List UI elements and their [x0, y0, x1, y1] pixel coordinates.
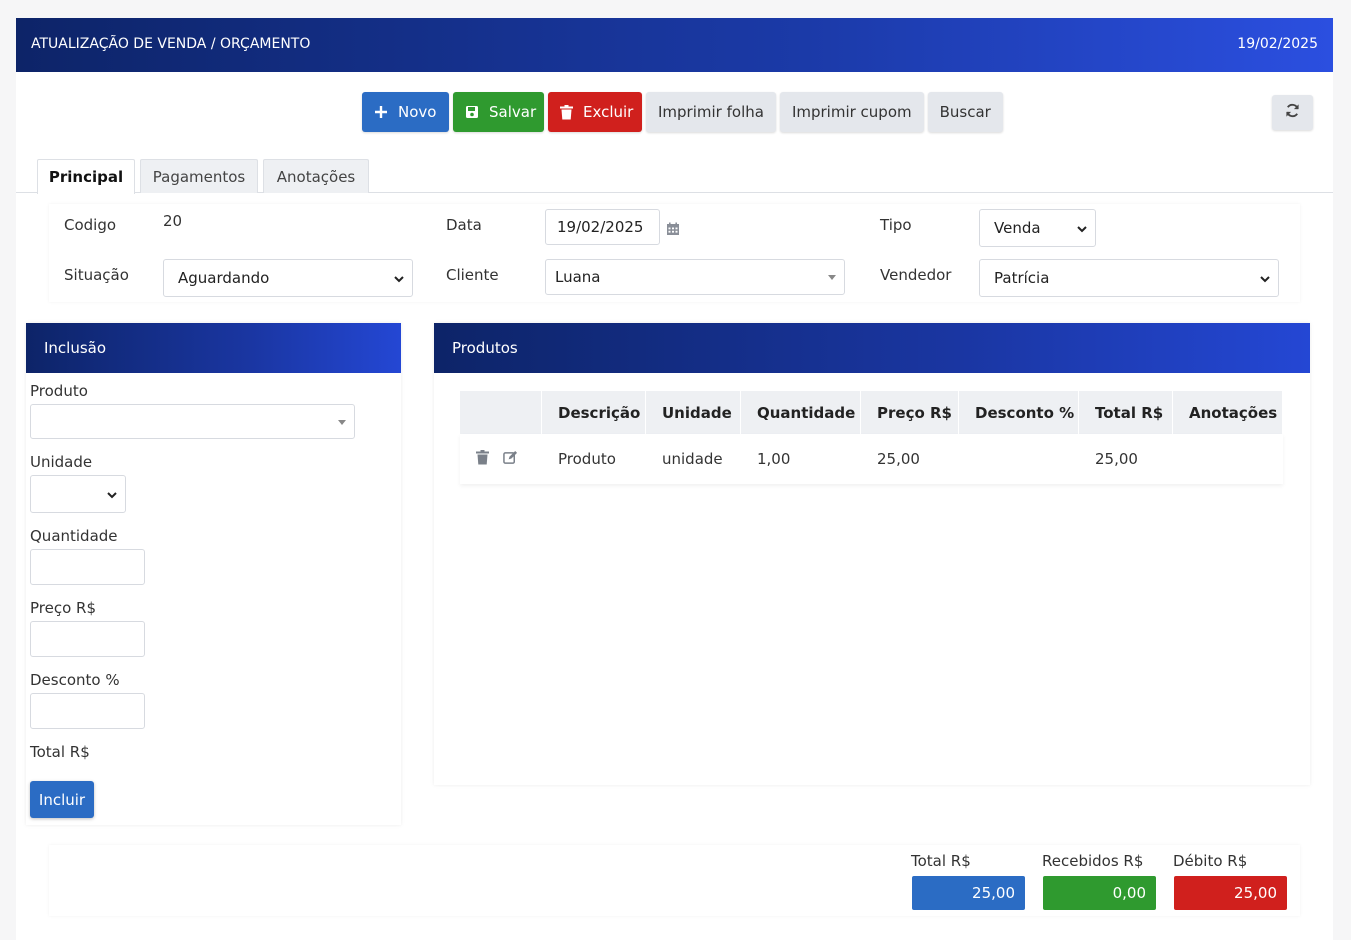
total-label: Total R$ — [30, 743, 90, 761]
caret-down-icon — [338, 419, 346, 425]
refresh-icon — [1285, 103, 1300, 122]
produtos-header: Produtos — [434, 323, 1310, 373]
produto-select[interactable] — [30, 404, 355, 439]
chevron-down-icon — [1260, 269, 1270, 287]
tipo-label: Tipo — [880, 216, 912, 234]
situacao-select-value: Aguardando — [178, 269, 270, 287]
col-anotacoes: Anotações — [1173, 391, 1282, 434]
col-desconto: Desconto % — [959, 391, 1078, 434]
col-descricao: Descrição — [542, 391, 645, 434]
recebidos-label: Recebidos R$ — [1042, 852, 1144, 870]
preco-label: Preço R$ — [30, 599, 97, 617]
incluir-button[interactable]: Incluir — [30, 781, 94, 818]
produto-label: Produto — [30, 382, 88, 400]
trash-icon — [560, 104, 573, 120]
chevron-down-icon — [1077, 219, 1087, 237]
vendedor-select-value: Patrícia — [994, 269, 1050, 287]
table-row: Produto unidade 1,00 25,00 25,00 — [460, 434, 1283, 484]
table-header: Descrição Unidade Quantidade Preço R$ De… — [460, 391, 1283, 434]
unidade-select[interactable] — [30, 475, 126, 513]
cliente-select[interactable]: Luana — [545, 259, 845, 295]
situacao-select[interactable]: Aguardando — [163, 259, 413, 297]
col-actions — [460, 391, 541, 434]
save-button[interactable]: Salvar — [453, 92, 544, 132]
data-label: Data — [446, 216, 482, 234]
calendar-icon[interactable] — [666, 222, 680, 240]
plus-icon — [374, 105, 388, 119]
total-label: Total R$ — [911, 852, 971, 870]
codigo-label: Codigo — [64, 216, 117, 234]
codigo-value: 20 — [163, 212, 183, 230]
chevron-down-icon — [107, 485, 117, 503]
refresh-button[interactable] — [1272, 95, 1313, 130]
debito-label: Débito R$ — [1173, 852, 1248, 870]
total-value: 25,00 — [912, 876, 1025, 910]
produtos-panel: Produtos Descrição Unidade Quantidade Pr… — [434, 323, 1310, 785]
tab-pagamentos[interactable]: Pagamentos — [140, 159, 258, 193]
situacao-label: Situação — [64, 266, 129, 284]
data-field-value: 19/02/2025 — [557, 218, 644, 236]
inclusao-panel: Inclusão Produto Unidade Quantidade Preç… — [26, 323, 401, 825]
header-date: 19/02/2025 — [1237, 36, 1318, 52]
tab-bar: Principal Pagamentos Anotações — [16, 159, 1333, 194]
debito-value: 25,00 — [1174, 876, 1287, 910]
header-bar: ATUALIZAÇÃO DE VENDA / ORÇAMENTO 19/02/2… — [16, 18, 1333, 72]
totals-bar: Total R$ 25,00 Recebidos R$ 0,00 Débito … — [49, 845, 1300, 916]
col-unidade: Unidade — [646, 391, 740, 434]
edit-icon[interactable] — [503, 450, 518, 469]
page-title: ATUALIZAÇÃO DE VENDA / ORÇAMENTO — [31, 36, 311, 52]
cell-desconto — [959, 434, 1078, 484]
cell-quantidade: 1,00 — [757, 450, 791, 468]
main-form: Codigo 20 Data 19/02/2025 Tipo Venda Sit… — [49, 204, 1300, 302]
tipo-select-value: Venda — [994, 219, 1041, 237]
desconto-input[interactable] — [30, 693, 145, 729]
tab-principal[interactable]: Principal — [37, 159, 135, 194]
print-receipt-button[interactable]: Imprimir cupom — [779, 92, 924, 132]
cell-anotacoes — [1173, 434, 1282, 484]
unidade-label: Unidade — [30, 453, 93, 471]
chevron-down-icon — [394, 269, 404, 287]
toolbar: Novo Salvar Excluir Imprimir folha Impri… — [362, 92, 1003, 132]
preco-input[interactable] — [30, 621, 145, 657]
delete-button-label: Excluir — [583, 103, 634, 121]
recebidos-value: 0,00 — [1043, 876, 1156, 910]
row-actions — [460, 434, 541, 484]
delete-button[interactable]: Excluir — [548, 92, 642, 132]
col-quantidade: Quantidade — [741, 391, 860, 434]
caret-down-icon — [828, 275, 836, 280]
vendedor-select[interactable]: Patrícia — [979, 259, 1279, 297]
trash-icon[interactable] — [476, 449, 489, 469]
search-button[interactable]: Buscar — [927, 92, 1003, 132]
vendedor-label: Vendedor — [880, 266, 952, 284]
col-total: Total R$ — [1079, 391, 1172, 434]
data-field[interactable]: 19/02/2025 — [545, 209, 660, 245]
save-button-label: Salvar — [489, 103, 537, 121]
save-icon — [465, 105, 479, 119]
cliente-select-value: Luana — [555, 268, 601, 286]
tab-anotacoes[interactable]: Anotações — [263, 159, 369, 193]
print-sheet-button[interactable]: Imprimir folha — [646, 92, 776, 132]
tipo-select[interactable]: Venda — [979, 209, 1096, 247]
cell-unidade: unidade — [662, 450, 723, 468]
quantidade-input[interactable] — [30, 549, 145, 585]
quantidade-label: Quantidade — [30, 527, 118, 545]
cliente-label: Cliente — [446, 266, 499, 284]
new-button-label: Novo — [398, 103, 437, 121]
inclusao-header: Inclusão — [26, 323, 401, 373]
cell-total: 25,00 — [1095, 450, 1138, 468]
new-button[interactable]: Novo — [362, 92, 449, 132]
desconto-label: Desconto % — [30, 671, 120, 689]
app-window: ATUALIZAÇÃO DE VENDA / ORÇAMENTO 19/02/2… — [16, 18, 1333, 940]
col-preco: Preço R$ — [861, 391, 958, 434]
cell-preco: 25,00 — [877, 450, 920, 468]
cell-descricao: Produto — [558, 450, 616, 468]
